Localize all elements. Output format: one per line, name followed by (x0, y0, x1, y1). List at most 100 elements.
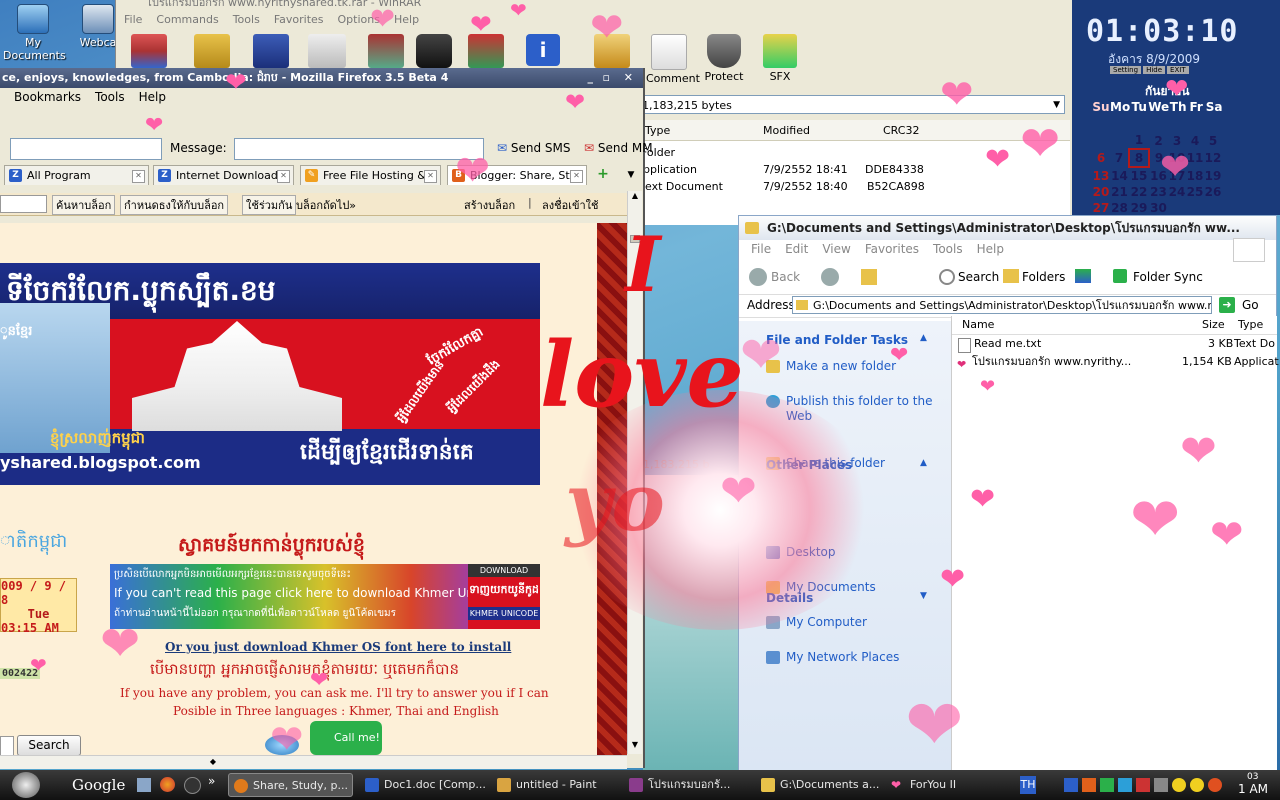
calendar-day[interactable]: 27 (1092, 200, 1110, 216)
page-search-button[interactable]: Search (17, 735, 81, 755)
folder-sync-label[interactable]: Folder Sync (1133, 270, 1203, 284)
tab-free-file-hosting[interactable]: ✎ Free File Hosting &... ✕ (300, 165, 441, 185)
calendar-day[interactable]: 14 (1110, 167, 1129, 184)
col-size[interactable]: Size (1202, 316, 1225, 334)
menu-bookmarks[interactable]: Bookmarks (14, 90, 81, 104)
calendar-day[interactable]: 2 (1149, 132, 1168, 149)
calendar-day[interactable]: 5 (1204, 132, 1222, 149)
folders-label[interactable]: Folders (1022, 270, 1065, 284)
clock-setting-button[interactable]: Setting (1110, 66, 1142, 74)
calendar-day[interactable]: 1 (1129, 132, 1149, 149)
comment-button[interactable]: Comment (646, 34, 700, 85)
folder-sync-icon[interactable] (1113, 269, 1127, 283)
info-icon[interactable]: i (526, 34, 560, 66)
calendar-day[interactable]: 11 (1186, 149, 1204, 167)
calendar-day[interactable]: 7 (1110, 149, 1129, 167)
tray-smiley-icon[interactable] (1172, 778, 1186, 792)
calendar-day[interactable]: 22 (1129, 184, 1149, 200)
menu-options[interactable]: Options (338, 13, 380, 26)
place-my-computer[interactable]: My Computer (764, 615, 976, 630)
folders-icon[interactable] (1003, 269, 1019, 283)
sign-in-link[interactable]: ลงชื่อเข้าใช้ (542, 196, 598, 214)
file-row[interactable]: Read me.txt 3 KB Text Do (952, 335, 1277, 353)
back-label[interactable]: Back (771, 270, 800, 284)
next-blog-link[interactable]: บล็อกถัดไป» (296, 196, 356, 214)
tray-app-icon[interactable] (1064, 778, 1078, 792)
menu-help[interactable]: Help (977, 242, 1004, 256)
col-type[interactable]: Type (645, 124, 670, 137)
calendar-day[interactable]: 21 (1110, 184, 1129, 200)
clock-exit-button[interactable]: EXIT (1167, 66, 1189, 74)
col-modified[interactable]: Modified (763, 124, 810, 137)
tab-blogger[interactable]: B Blogger: Share, St... ✕ (447, 165, 587, 185)
file-row[interactable]: ❤ โปรแกรมบอกรัก www.nyrithy... 1,154 KB … (952, 353, 1279, 371)
calendar-day[interactable]: 9 (1149, 149, 1168, 167)
close-icon[interactable]: ✕ (624, 68, 633, 88)
tab-internet-download[interactable]: Z Internet Download... ✕ (153, 165, 294, 185)
google-search-bar[interactable]: Google (72, 776, 125, 794)
collapse-icon[interactable]: ▲ (920, 458, 927, 468)
page-search-input[interactable] (0, 736, 14, 755)
menu-favorites[interactable]: Favorites (274, 13, 324, 26)
share-button[interactable]: ใช้ร่วมกัน (242, 195, 297, 215)
taskbar-button-foryou[interactable]: ❤ ForYou II (886, 773, 1011, 797)
desktop-icon-webcam[interactable]: Webca (78, 4, 118, 49)
calendar-day[interactable]: 15 (1129, 167, 1149, 184)
language-indicator[interactable]: TH (1020, 776, 1036, 794)
search-label[interactable]: Search (958, 270, 999, 284)
calendar-day[interactable]: 10 (1168, 149, 1186, 167)
taskbar-button-explorer[interactable]: G:\Documents a... (756, 773, 881, 797)
calendar-day[interactable]: 26 (1204, 184, 1222, 200)
go-button[interactable]: Go (1242, 298, 1259, 312)
repair-icon[interactable] (594, 34, 630, 68)
calendar-day[interactable]: 20 (1092, 184, 1110, 200)
page-vertical-scrollbar[interactable]: ▲ ▼ (627, 191, 642, 754)
delete-icon[interactable] (368, 34, 404, 68)
search-icon[interactable] (939, 269, 955, 285)
send-sms-button[interactable]: ✉ Send SMS (497, 141, 571, 155)
scroll-down-icon[interactable]: ▼ (628, 740, 642, 754)
close-tab-icon[interactable]: ✕ (277, 170, 290, 183)
view-icon[interactable] (308, 34, 346, 68)
calendar-day[interactable]: 29 (1129, 200, 1149, 216)
details-title[interactable]: Details (766, 591, 813, 605)
calendar-day[interactable]: 12 (1204, 149, 1222, 167)
calendar-day[interactable]: 28 (1110, 200, 1129, 216)
calendar-day[interactable]: 13 (1092, 167, 1110, 184)
maximize-icon[interactable]: ▫ (603, 68, 610, 88)
calendar-day[interactable]: 6 (1092, 149, 1110, 167)
calendar-day[interactable]: 17 (1168, 167, 1186, 184)
skype-icon[interactable] (265, 735, 299, 755)
tray-smiley-icon[interactable] (1190, 778, 1204, 792)
task-make-new-folder[interactable]: Make a new folder (764, 359, 951, 374)
wizard-icon[interactable] (468, 34, 504, 68)
calendar-day[interactable]: 3 (1168, 132, 1186, 149)
sms-number-input[interactable] (10, 138, 162, 160)
calendar-day[interactable]: 4 (1186, 132, 1204, 149)
taskbar-button-firefox[interactable]: Share, Study, p... (228, 773, 353, 797)
menu-file[interactable]: File (124, 13, 142, 26)
back-icon[interactable] (749, 268, 767, 286)
khmer-unicode-banner[interactable]: ប្រសិនបើលោកអ្នកមិនអាចមើលអក្សរខ្មែរនេះបាន… (110, 564, 540, 629)
khmer-os-download-link[interactable]: Or you just download Khmer OS font here … (165, 640, 511, 654)
new-tab-icon[interactable]: + (592, 166, 614, 184)
calendar-day[interactable]: 24 (1168, 184, 1186, 200)
calendar-day[interactable]: 30 (1149, 200, 1168, 216)
menu-file[interactable]: File (751, 242, 771, 256)
tray-volume-icon[interactable] (1154, 778, 1168, 792)
find-icon[interactable] (416, 34, 452, 68)
blog-search-input[interactable] (0, 195, 47, 213)
create-blog-link[interactable]: สร้างบล็อก (464, 196, 515, 214)
menu-help[interactable]: Help (139, 90, 166, 104)
desktop-icon-my-documents[interactable]: My Documents (3, 4, 66, 62)
other-places-title[interactable]: Other Places (766, 458, 852, 472)
tray-security-icon[interactable] (1136, 778, 1150, 792)
add-archive-icon[interactable] (131, 34, 167, 68)
menu-favorites[interactable]: Favorites (865, 242, 919, 256)
page-horizontal-scrollbar[interactable]: ◆ (0, 755, 627, 769)
chevron-down-icon[interactable]: ▼ (1053, 96, 1060, 115)
tray-network-icon[interactable] (1100, 778, 1114, 792)
up-folder-icon[interactable] (861, 269, 877, 285)
collapse-icon[interactable]: ▲ (920, 333, 927, 343)
scroll-thumb-horizontal[interactable]: ◆ (205, 757, 221, 767)
